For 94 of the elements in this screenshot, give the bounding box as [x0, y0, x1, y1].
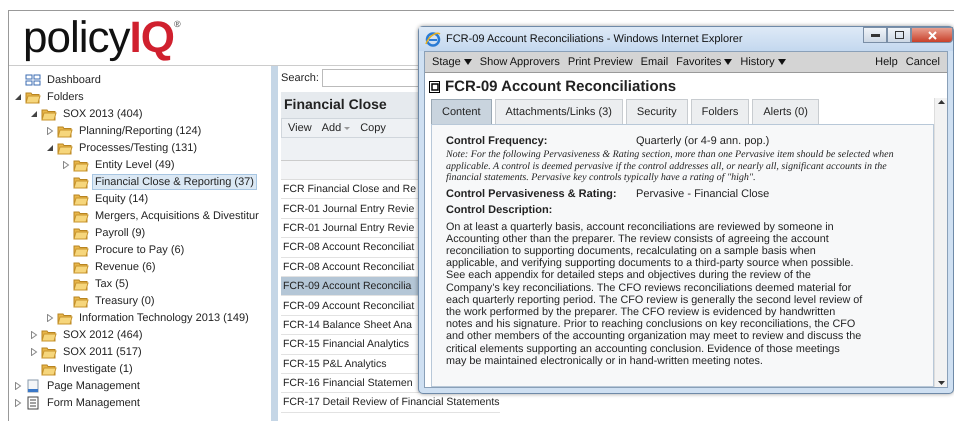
tree-item[interactable]: Processes/Testing (131) [76, 140, 200, 156]
tree-item[interactable]: Investigate (1) [60, 360, 136, 376]
menu-item[interactable]: Print Preview [564, 56, 637, 68]
page-icon [25, 378, 41, 392]
menu-item[interactable]: Email [636, 56, 672, 68]
window-title: FCR-09 Account Reconciliations - Windows Internet Explorer [446, 33, 744, 45]
folder-icon [73, 192, 89, 206]
collapsed-arrow-icon[interactable] [46, 314, 54, 322]
folder-icon [73, 276, 89, 290]
minimize-icon [870, 34, 880, 36]
folder-icon [25, 90, 41, 104]
expanded-arrow-icon[interactable] [30, 110, 38, 118]
tree-item[interactable]: Equity (14) [92, 190, 152, 206]
tree-item[interactable]: Folders [44, 88, 87, 104]
list-row[interactable]: FCR-09 Account Reconcilia [281, 276, 419, 296]
collapsed-arrow-icon[interactable] [14, 382, 22, 390]
close-icon [928, 30, 936, 40]
tab[interactable]: Alerts (0) [752, 99, 819, 124]
tree-item[interactable]: Entity Level (49) [92, 156, 178, 172]
tree-item[interactable]: SOX 2012 (464) [60, 326, 146, 342]
menu-item[interactable]: History [736, 56, 790, 68]
tree-item[interactable]: Information Technology 2013 (149) [76, 310, 252, 326]
tab[interactable]: Attachments/Links (3) [494, 99, 623, 124]
toolbar-button[interactable]: Add [322, 122, 350, 134]
collapsed-arrow-icon[interactable] [30, 330, 38, 338]
policyiq-logo: policyIQ$^{®}$ [23, 16, 180, 60]
expanded-arrow-icon[interactable] [14, 92, 22, 100]
collapsed-arrow-icon[interactable] [14, 398, 22, 406]
menu-item[interactable]: Favorites [672, 56, 736, 68]
tree-item[interactable]: Page Management [44, 378, 143, 394]
tree-item[interactable]: Mergers, Acquisitions & Divestitur [92, 208, 262, 224]
note-text: Note: For the following Pervasiveness & Rating section, more than one Pervasive item should be selected when applicable. A control is deemed pervasive if the control addresses all, or nearly all, significant accounts in the financial statements. Pervasive key controls typically have a rating of "high". [446, 149, 895, 184]
collapsed-arrow-icon[interactable] [30, 348, 38, 356]
description-text: On at least a quarterly basis, account reconciliations are reviewed by someone in Accounting other than the preparer. The review consists of agreeing the account reconciliation to supporting documents, recalculating on a sample basis when applicable, and verifying supporting documents to a third-party source when possible. See each appendix for detailed steps and objectives during the review of the Company’s key reconciliations. The CFO reviews reconciliations deemed material for each quarterly reporting period. The CFO review is generally the second level review of the work performed by the preparer. The CFO review is evidenced by handwritten notes and his signature. Prior to reaching conclusions on key reconciliations, the CFO and other members of the accounting organization may meet to review and discuss the critical elements supporting an accounting conclusion. Evidence of those meetings may be maintained electronically or in hand-written meeting notes. [446, 220, 864, 367]
menu-item[interactable]: Show Approvers [476, 56, 564, 68]
folder-icon [73, 174, 89, 188]
toolbar-button[interactable]: Copy [360, 122, 386, 134]
expanded-arrow-icon[interactable] [46, 144, 54, 152]
dropdown-arrow-icon [724, 59, 732, 65]
dropdown-arrow-icon [464, 59, 472, 65]
folder-icon [57, 310, 73, 324]
tree-item[interactable]: Treasury (0) [92, 292, 158, 308]
dashboard-icon [25, 72, 41, 86]
document-title: FCR-09 Account Reconciliations [445, 78, 676, 95]
menu-item[interactable]: Cancel [902, 56, 944, 68]
form-icon [25, 396, 41, 410]
folder-icon [57, 124, 73, 138]
maximize-button[interactable] [887, 27, 911, 43]
folder-icon [73, 242, 89, 256]
tree-item[interactable]: SOX 2011 (517) [60, 344, 145, 360]
toolbar-button[interactable]: View [288, 122, 312, 134]
tree-item[interactable]: Revenue (6) [92, 258, 159, 274]
search-label: Search: [281, 72, 319, 84]
tree-item[interactable]: Tax (5) [92, 276, 132, 292]
field-label: Control Frequency: [446, 135, 548, 147]
field-label: Control Description: [446, 204, 554, 216]
folder-icon [41, 362, 57, 376]
document-icon [429, 80, 440, 92]
tree-item[interactable]: Dashboard [44, 72, 104, 88]
field-label: Control Pervasiveness & Rating: [446, 188, 618, 200]
tree-item[interactable]: Form Management [44, 394, 143, 410]
dropdown-arrow-icon [778, 59, 786, 65]
caret-icon [344, 126, 350, 130]
minimize-button[interactable] [863, 27, 887, 43]
tree-item[interactable]: Financial Close & Reporting (37) [92, 174, 257, 190]
folder-icon [41, 328, 57, 342]
tab[interactable]: Content [431, 99, 492, 124]
scrollbar[interactable] [934, 98, 947, 387]
tree-item[interactable]: SOX 2013 (404) [60, 106, 146, 122]
close-button[interactable] [911, 27, 953, 43]
tree-item[interactable]: Planning/Reporting (124) [76, 122, 204, 138]
scroll-up-icon[interactable] [938, 100, 944, 104]
folder-icon [57, 140, 73, 154]
scroll-down-icon[interactable] [938, 381, 944, 385]
folder-title: Financial Close [281, 92, 419, 118]
folder-icon [73, 260, 89, 274]
tree-item[interactable]: Procure to Pay (6) [92, 242, 188, 258]
field-value: Pervasive - Financial Close [636, 188, 770, 200]
collapsed-arrow-icon[interactable] [46, 126, 54, 134]
folder-icon [41, 106, 57, 120]
folder-icon [73, 294, 89, 308]
folder-icon [73, 208, 89, 222]
maximize-icon [894, 31, 904, 39]
folder-icon [41, 344, 57, 358]
browser-logo-icon [425, 31, 441, 47]
tab[interactable]: Security [626, 99, 688, 124]
folder-icon [73, 226, 89, 240]
tab[interactable]: Folders [690, 99, 750, 124]
menu-item[interactable]: Help [871, 56, 902, 68]
menu-item[interactable]: Stage [428, 56, 476, 68]
field-value: Quarterly (or 4-9 ann. pop.) [636, 135, 770, 147]
folder-icon [73, 158, 89, 172]
collapsed-arrow-icon[interactable] [62, 160, 70, 168]
tree-item[interactable]: Payroll (9) [92, 224, 148, 240]
